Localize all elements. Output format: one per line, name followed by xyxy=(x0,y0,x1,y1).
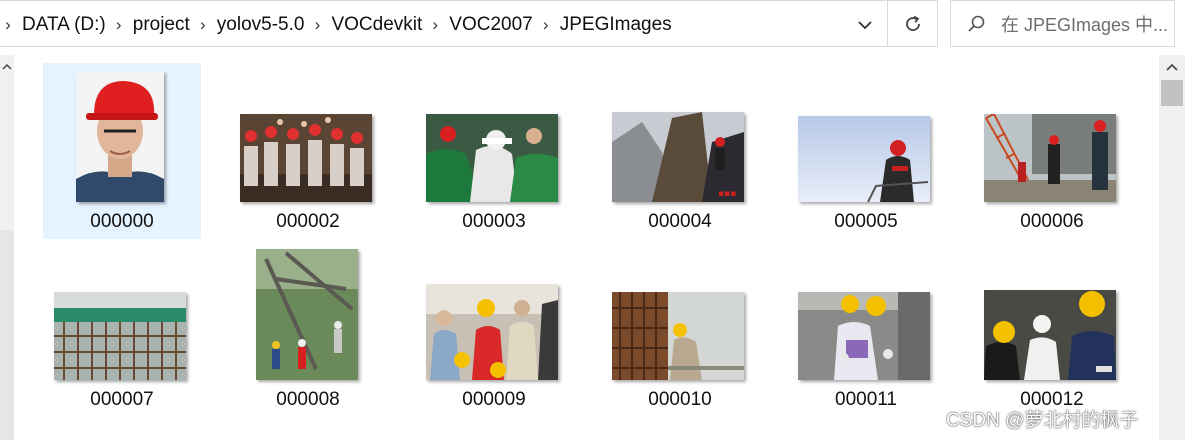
refresh-button[interactable] xyxy=(888,0,938,47)
file-item[interactable]: 000009 xyxy=(415,241,573,417)
file-name: 000004 xyxy=(648,211,712,232)
chevron-down-icon xyxy=(858,21,872,30)
thumbnail-image xyxy=(984,290,1116,380)
file-item[interactable]: 000007 xyxy=(43,241,201,417)
file-item[interactable]: 000003 xyxy=(415,63,573,239)
search-input[interactable]: 在 JPEGImages 中... xyxy=(950,0,1175,47)
left-pane-scrollbar[interactable] xyxy=(0,55,14,440)
file-item[interactable]: ▪▪▪ 000004 xyxy=(601,63,759,239)
file-name: 000007 xyxy=(90,389,154,410)
address-history-dropdown[interactable] xyxy=(846,10,884,40)
left-scroll-up-button[interactable] xyxy=(0,56,14,78)
left-scrollbar-thumb[interactable] xyxy=(0,230,14,440)
file-name: 000002 xyxy=(276,211,340,232)
thumbnail-image xyxy=(240,114,372,202)
breadcrumb-item-voc2007[interactable]: VOC2007 xyxy=(443,14,537,36)
file-name: 000011 xyxy=(835,389,897,410)
file-item[interactable]: 000005 xyxy=(787,63,945,239)
breadcrumb: › DATA (D:) › project › yolov5-5.0 › VOC… xyxy=(0,1,677,48)
file-name: 000005 xyxy=(834,211,898,232)
chevron-right-icon[interactable]: › xyxy=(309,15,325,35)
svg-text:▪▪▪: ▪▪▪ xyxy=(718,189,736,199)
thumbnail-image xyxy=(612,292,744,380)
file-name: 000008 xyxy=(276,389,340,410)
thumbnail-image xyxy=(76,71,164,202)
scroll-up-button[interactable] xyxy=(1159,55,1185,79)
file-item[interactable]: 000000 xyxy=(43,63,201,239)
thumbnail-image xyxy=(256,249,358,380)
thumbnail-image xyxy=(798,116,930,202)
thumbnail-image xyxy=(426,114,558,202)
file-name: 000000 xyxy=(90,211,154,232)
watermark: CSDN @萝北村的枫子 xyxy=(946,410,1139,431)
breadcrumb-item-yolov5[interactable]: yolov5-5.0 xyxy=(211,14,310,36)
chevron-right-icon[interactable]: › xyxy=(111,15,127,35)
chevron-right-icon[interactable]: › xyxy=(0,15,16,35)
thumbnail-image xyxy=(426,284,558,380)
breadcrumb-item-vocdevkit[interactable]: VOCdevkit xyxy=(325,14,427,36)
refresh-icon xyxy=(905,15,920,31)
vertical-scrollbar[interactable] xyxy=(1159,55,1185,440)
file-grid: 000000 000002 000003 ▪▪▪ 000004 000005 0… xyxy=(40,62,1150,440)
thumbnail-image xyxy=(798,292,930,380)
navigation-bar: › DATA (D:) › project › yolov5-5.0 › VOC… xyxy=(0,0,1190,48)
thumbnail-image xyxy=(984,114,1116,202)
thumbnail-image: ▪▪▪ xyxy=(612,112,744,202)
file-name: 000010 xyxy=(648,389,712,410)
chevron-right-icon[interactable]: › xyxy=(195,15,211,35)
file-item[interactable]: 000011 xyxy=(787,241,945,417)
scrollbar-thumb[interactable] xyxy=(1161,80,1183,106)
chevron-right-icon[interactable]: › xyxy=(427,15,443,35)
thumbnail-image xyxy=(54,292,186,380)
file-name: 000009 xyxy=(462,389,526,410)
file-item[interactable]: 000002 xyxy=(229,63,387,239)
chevron-up-icon xyxy=(2,63,12,70)
breadcrumb-item-drive[interactable]: DATA (D:) xyxy=(16,14,111,36)
search-placeholder: 在 JPEGImages 中... xyxy=(1001,14,1169,35)
address-bar[interactable]: › DATA (D:) › project › yolov5-5.0 › VOC… xyxy=(0,0,888,47)
file-item[interactable]: 000006 xyxy=(973,63,1131,239)
chevron-up-icon xyxy=(1166,63,1178,71)
breadcrumb-item-jpegimages[interactable]: JPEGImages xyxy=(554,14,677,36)
file-item[interactable]: 000010 xyxy=(601,241,759,417)
file-name: 000003 xyxy=(462,211,526,232)
breadcrumb-item-project[interactable]: project xyxy=(127,14,195,36)
chevron-right-icon[interactable]: › xyxy=(538,15,554,35)
file-item[interactable]: 000012 xyxy=(973,241,1131,417)
file-item[interactable]: 000008 xyxy=(229,241,387,417)
file-name: 000006 xyxy=(1020,211,1084,232)
search-icon xyxy=(968,15,985,32)
